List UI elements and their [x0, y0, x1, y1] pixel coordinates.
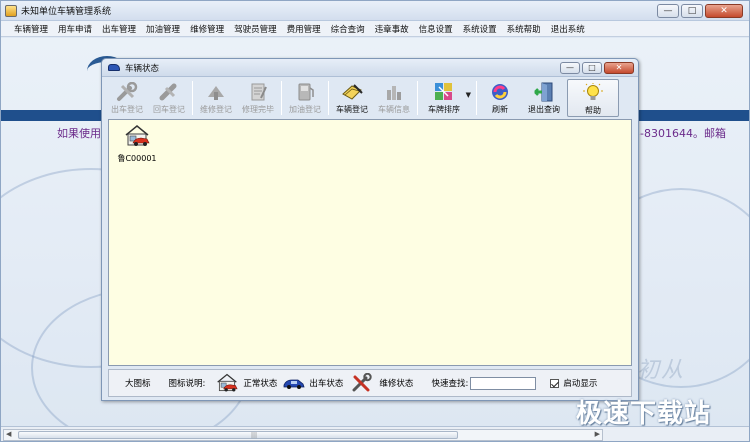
autoshow-label: 启动显示: [563, 379, 598, 389]
legend-label: 图标说明:: [168, 379, 206, 389]
menu-exit-system[interactable]: 退出系统: [546, 23, 590, 35]
chevron-down-icon[interactable]: ▼: [466, 91, 471, 99]
car-icon: [108, 64, 120, 71]
document-edit-icon: [246, 81, 270, 103]
depart-register-button[interactable]: 出车登记: [106, 79, 148, 117]
menu-system-help[interactable]: 系统帮助: [502, 23, 546, 35]
main-minimize-button[interactable]: —: [657, 4, 679, 18]
plate-sort-button[interactable]: 车牌排序 ▼: [420, 79, 471, 117]
menu-fuel-management[interactable]: 加油管理: [141, 23, 185, 35]
vehicle-info-label: 车辆信息: [378, 105, 410, 114]
toolbar-separator: [281, 81, 282, 115]
main-maximize-button[interactable]: □: [681, 4, 703, 18]
help-label: 帮助: [585, 106, 601, 115]
repair-tools-icon: [204, 81, 228, 103]
main-window-title: 未知单位车辆管理系统: [21, 7, 112, 17]
background-notice-left: 如果使用: [57, 127, 101, 140]
vehicle-canvas[interactable]: 鲁C00001: [108, 119, 632, 366]
child-close-button[interactable]: ✕: [604, 62, 634, 74]
exit-query-label: 退出查询: [528, 105, 560, 114]
refuel-register-label: 加油登记: [289, 105, 321, 114]
repair-register-button[interactable]: 维修登记: [195, 79, 237, 117]
repair-done-button[interactable]: 修理完毕: [237, 79, 279, 117]
return-register-button[interactable]: 回车登记: [148, 79, 190, 117]
refuel-register-button[interactable]: 加油登记: [284, 79, 326, 117]
return-register-label: 回车登记: [153, 105, 185, 114]
menu-info-settings[interactable]: 信息设置: [414, 23, 458, 35]
background-brand-text: 初从: [637, 358, 686, 383]
repair-done-label: 修理完毕: [242, 105, 274, 114]
out-status-car-icon: [283, 376, 305, 390]
main-titlebar: 未知单位车辆管理系统 — □ ✕: [1, 1, 749, 21]
menu-system-settings[interactable]: 系统设置: [458, 23, 502, 35]
scroll-left-icon[interactable]: ◀: [6, 430, 11, 438]
vehicle-register-label: 车辆登记: [336, 105, 368, 114]
help-button[interactable]: 帮助: [567, 79, 619, 117]
main-window-controls: — □ ✕: [657, 4, 743, 18]
site-watermark: 极速下载站: [576, 399, 712, 429]
vehicle-status-titlebar: 车辆状态 — □ ✕: [102, 59, 638, 77]
vehicle-info-button[interactable]: 车辆信息: [373, 79, 415, 117]
notebook-pen-icon: [340, 81, 364, 103]
lightbulb-icon: [581, 82, 605, 104]
menu-dispatch-management[interactable]: 出车管理: [97, 23, 141, 35]
child-maximize-button[interactable]: □: [582, 62, 602, 74]
menu-repair-management[interactable]: 维修管理: [185, 23, 229, 35]
autoshow-checkbox[interactable]: [550, 378, 560, 388]
toolbar-separator: [417, 81, 418, 115]
vehicle-register-button[interactable]: 车辆登记: [331, 79, 373, 117]
vehicle-status-title: 车辆状态: [125, 63, 160, 74]
fuel-pump-icon: [293, 81, 317, 103]
toolbar-separator: [328, 81, 329, 115]
menu-bar: 车辆管理 用车申请 出车管理 加油管理 维修管理 驾驶员管理 费用管理 综合查询…: [1, 21, 749, 37]
menu-general-query[interactable]: 综合查询: [326, 23, 370, 35]
background-notice-right: 3-8301644。邮箱: [633, 127, 726, 140]
view-mode-button[interactable]: 大图标: [125, 377, 151, 389]
bar-info-icon: [382, 81, 406, 103]
menu-cost-management[interactable]: 费用管理: [282, 23, 326, 35]
child-window-controls: — □ ✕: [560, 62, 634, 74]
app-icon: [5, 4, 17, 17]
normal-status-label: 正常状态: [243, 379, 278, 389]
child-minimize-button[interactable]: —: [560, 62, 580, 74]
repair-register-label: 维修登记: [200, 105, 232, 114]
horizontal-scrollbar[interactable]: ◀ ||| ▶: [3, 429, 603, 441]
quick-search-label: 快速查找:: [431, 379, 469, 389]
out-status-label: 出车状态: [309, 379, 344, 389]
depart-register-label: 出车登记: [111, 105, 143, 114]
wrench-key-icon: [115, 81, 139, 103]
menu-driver-management[interactable]: 驾驶员管理: [229, 23, 282, 35]
quick-search-input[interactable]: [470, 376, 537, 390]
toolbar-separator: [476, 81, 477, 115]
menu-vehicle-request[interactable]: 用车申请: [53, 23, 97, 35]
scrollbar-grip-icon: |||: [251, 432, 258, 439]
menu-vehicle-management[interactable]: 车辆管理: [9, 23, 53, 35]
scroll-right-icon[interactable]: ▶: [595, 430, 600, 438]
refresh-button[interactable]: 刷新: [479, 79, 521, 117]
garage-car-icon: [123, 123, 151, 152]
exit-query-button[interactable]: 退出查询: [521, 79, 567, 117]
vehicle-plate-label: 鲁C00001: [117, 154, 157, 163]
normal-status-icon: [215, 372, 239, 394]
repair-status-label: 维修状态: [379, 379, 414, 389]
legend-bar: 大图标 图标说明: 正常状态 出车状态 维修状态 快速查找: 启动显示: [108, 369, 632, 397]
plate-sort-label: 车牌排序: [428, 105, 460, 114]
scrollbar-thumb[interactable]: |||: [18, 431, 458, 439]
repair-status-tools-icon: [351, 373, 373, 393]
exit-door-icon: [532, 81, 556, 103]
refresh-label: 刷新: [492, 105, 508, 114]
toolbar-separator: [192, 81, 193, 115]
vehicle-item[interactable]: 鲁C00001: [115, 123, 159, 164]
menu-violation-accident[interactable]: 违章事故: [370, 23, 414, 35]
vehicle-toolbar: 出车登记 回车登记 维修登记 修理完毕 加油登记 车辆登记 车辆信息 车牌排序 …: [106, 79, 634, 117]
sort-grid-icon: [432, 81, 456, 103]
refresh-icon: [488, 81, 512, 103]
vehicle-status-window: 车辆状态 — □ ✕ 出车登记 回车登记 维修登记 修理完毕 加油登记 车辆登记…: [101, 58, 639, 401]
return-arrow-icon: [157, 81, 181, 103]
main-close-button[interactable]: ✕: [705, 4, 743, 18]
